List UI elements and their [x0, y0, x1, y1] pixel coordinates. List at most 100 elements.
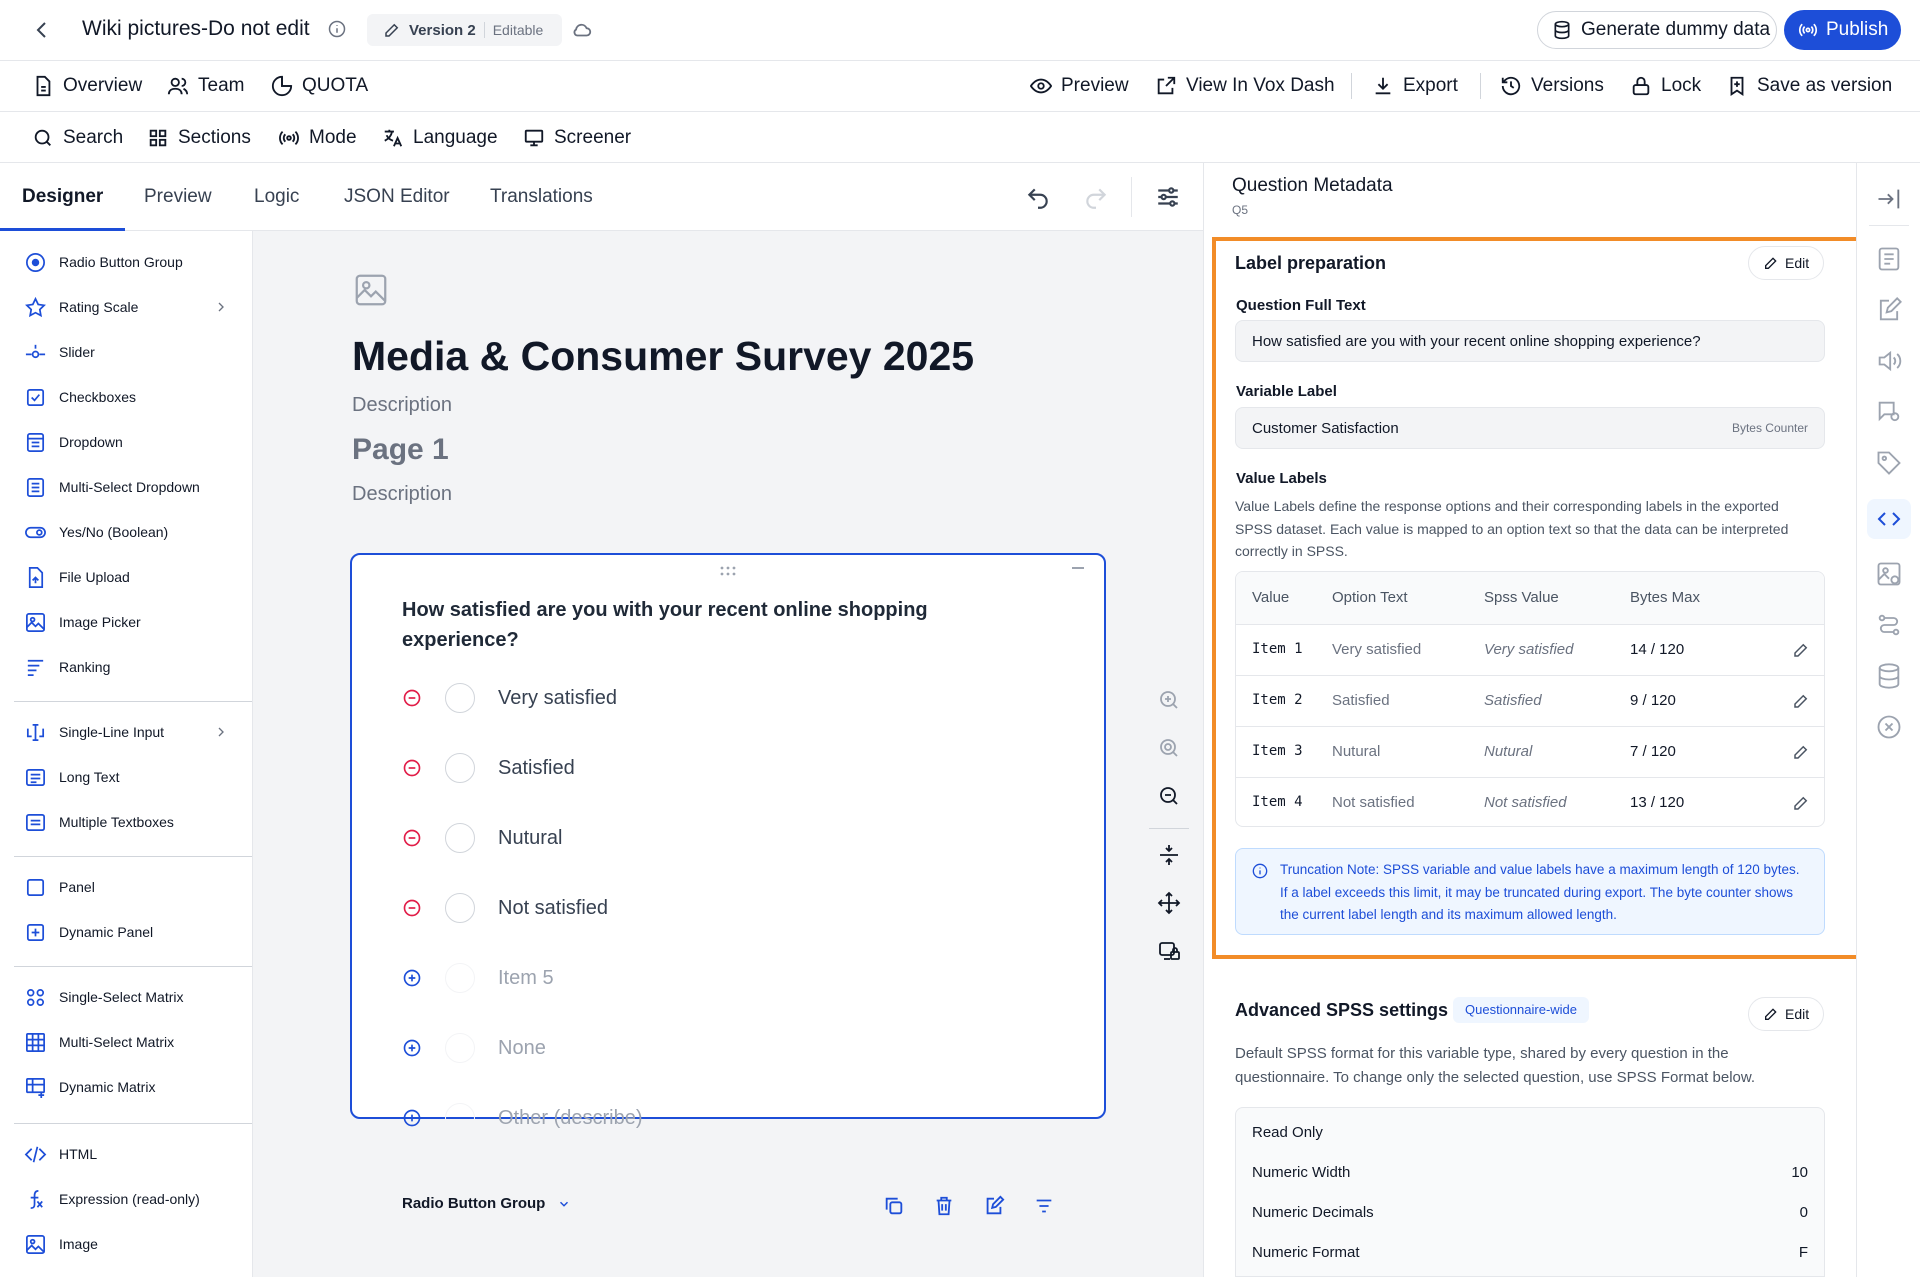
remove-choice-icon[interactable]: [402, 688, 422, 708]
remove-choice-icon[interactable]: [402, 758, 422, 778]
collapse-icon[interactable]: [1072, 567, 1084, 569]
choice-row[interactable]: Nutural: [402, 823, 562, 853]
lock-screen-icon[interactable]: [1157, 939, 1181, 963]
nav-view-in-vox-dash[interactable]: View In Vox Dash: [1155, 71, 1335, 101]
variable-label-field[interactable]: Customer Satisfaction Bytes Counter: [1235, 407, 1825, 449]
redo-icon[interactable]: [1083, 185, 1109, 211]
zoom-out-icon[interactable]: [1157, 784, 1181, 808]
nav-export[interactable]: Export: [1372, 71, 1458, 101]
undo-icon[interactable]: [1025, 185, 1051, 211]
toolbox-item-radio-button-group[interactable]: Radio Button Group: [24, 249, 183, 275]
toolbar-search[interactable]: Search: [32, 123, 123, 153]
chat-settings-icon[interactable]: [1875, 398, 1903, 426]
toolbox-item-dynamic-matrix[interactable]: Dynamic Matrix: [24, 1074, 155, 1100]
add-choice-row[interactable]: Item 5: [402, 963, 554, 993]
tab-designer[interactable]: Designer: [0, 163, 126, 231]
choice-row[interactable]: Very satisfied: [402, 683, 617, 713]
survey-description[interactable]: Description: [352, 394, 452, 417]
toolbar-sections[interactable]: Sections: [147, 123, 251, 153]
speaker-icon[interactable]: [1875, 347, 1903, 375]
toolbox-item-file-upload[interactable]: File Upload: [24, 564, 130, 590]
edit-row-icon[interactable]: [1792, 641, 1810, 659]
question-card[interactable]: How satisfied are you with your recent o…: [350, 553, 1106, 1212]
choice-text[interactable]: Very satisfied: [498, 687, 617, 710]
radio-circle[interactable]: [445, 753, 475, 783]
database-icon[interactable]: [1875, 662, 1903, 690]
duplicate-icon[interactable]: [883, 1195, 905, 1217]
tab-preview[interactable]: Preview: [144, 163, 212, 231]
advanced-spss-edit-button[interactable]: Edit: [1748, 997, 1825, 1031]
add-choice-icon[interactable]: [402, 1108, 422, 1128]
toolbox-item-panel[interactable]: Panel: [24, 874, 95, 900]
edit-row-icon[interactable]: [1792, 743, 1810, 761]
choice-text[interactable]: Nutural: [498, 827, 562, 850]
edit-row-icon[interactable]: [1792, 692, 1810, 710]
nav-preview[interactable]: Preview: [1030, 71, 1129, 101]
edit-row-icon[interactable]: [1792, 794, 1810, 812]
add-choice-icon[interactable]: [402, 1038, 422, 1058]
filter-icon[interactable]: [1033, 1195, 1055, 1217]
move-icon[interactable]: [1157, 891, 1181, 915]
toolbox-item-slider[interactable]: Slider: [24, 339, 95, 365]
image-settings-icon[interactable]: [1875, 560, 1903, 588]
survey-title[interactable]: Media & Consumer Survey 2025: [352, 333, 974, 380]
code-tab-active[interactable]: [1867, 499, 1911, 539]
edit-note-icon[interactable]: [1875, 296, 1903, 324]
radio-circle[interactable]: [445, 893, 475, 923]
clear-icon[interactable]: [1875, 713, 1903, 741]
toolbox-item-single-line-input[interactable]: Single-Line Input: [24, 719, 229, 745]
toolbox-item-multi-select-dropdown[interactable]: Multi-Select Dropdown: [24, 474, 200, 500]
tab-logic[interactable]: Logic: [254, 163, 299, 231]
nav-save-as-version[interactable]: Save as version: [1726, 71, 1892, 101]
generate-dummy-data-button[interactable]: Generate dummy data: [1537, 11, 1777, 49]
add-other-row[interactable]: Other (describe): [402, 1103, 643, 1133]
tab-json-editor[interactable]: JSON Editor: [344, 163, 450, 231]
nav-team[interactable]: Team: [167, 71, 244, 101]
tab-translations[interactable]: Translations: [490, 163, 593, 231]
placeholder-choice-text[interactable]: Other (describe): [498, 1107, 643, 1130]
radio-circle[interactable]: [445, 683, 475, 713]
logo-placeholder-icon[interactable]: [352, 271, 390, 309]
toolbar-language[interactable]: Language: [382, 123, 498, 153]
choice-row[interactable]: Not satisfied: [402, 893, 608, 923]
collapse-panel-icon[interactable]: [1875, 185, 1903, 213]
choice-text[interactable]: Not satisfied: [498, 897, 608, 920]
nav-quota[interactable]: QUOTA: [271, 71, 368, 101]
placeholder-choice-text[interactable]: Item 5: [498, 967, 554, 990]
radio-circle[interactable]: [445, 823, 475, 853]
toolbox-item-dropdown[interactable]: Dropdown: [24, 429, 123, 455]
delete-icon[interactable]: [933, 1195, 955, 1217]
info-icon[interactable]: [328, 20, 346, 38]
toolbox-item-multiple-textboxes[interactable]: Multiple Textboxes: [24, 809, 174, 835]
toolbox-item-dynamic-panel[interactable]: Dynamic Panel: [24, 919, 153, 945]
route-icon[interactable]: [1875, 611, 1903, 639]
toolbox-item-single-select-matrix[interactable]: Single-Select Matrix: [24, 984, 184, 1010]
toolbox-item-checkboxes[interactable]: Checkboxes: [24, 384, 136, 410]
settings-sliders-icon[interactable]: [1155, 184, 1181, 210]
nav-overview[interactable]: Overview: [32, 71, 142, 101]
form-icon[interactable]: [1875, 245, 1903, 273]
back-icon[interactable]: [30, 18, 54, 42]
publish-button[interactable]: Publish: [1784, 10, 1901, 50]
add-none-row[interactable]: None: [402, 1033, 546, 1063]
toolbox-item-html[interactable]: HTML: [24, 1141, 97, 1167]
label-preparation-edit-button[interactable]: Edit: [1748, 246, 1825, 280]
question-full-text-field[interactable]: How satisfied are you with your recent o…: [1235, 320, 1825, 362]
nav-lock[interactable]: Lock: [1630, 71, 1701, 101]
toolbox-item-expression[interactable]: Expression (read-only): [24, 1186, 200, 1212]
toolbox-item-yes-no[interactable]: Yes/No (Boolean): [24, 519, 168, 545]
version-chip[interactable]: Version 2 Editable: [367, 14, 562, 46]
toolbox-item-rating-scale[interactable]: Rating Scale: [24, 294, 229, 320]
question-title[interactable]: How satisfied are you with your recent o…: [402, 595, 962, 655]
collapse-all-icon[interactable]: [1157, 843, 1181, 867]
nav-versions[interactable]: Versions: [1500, 71, 1604, 101]
toolbox-item-multi-select-matrix[interactable]: Multi-Select Matrix: [24, 1029, 174, 1055]
edit-question-icon[interactable]: [983, 1195, 1005, 1217]
remove-choice-icon[interactable]: [402, 828, 422, 848]
toolbox-item-ranking[interactable]: Ranking: [24, 654, 110, 680]
choice-row[interactable]: Satisfied: [402, 753, 575, 783]
toolbar-screener[interactable]: Screener: [523, 123, 631, 153]
tag-icon[interactable]: [1875, 449, 1903, 477]
placeholder-choice-text[interactable]: None: [498, 1037, 546, 1060]
toolbox-item-long-text[interactable]: Long Text: [24, 764, 119, 790]
